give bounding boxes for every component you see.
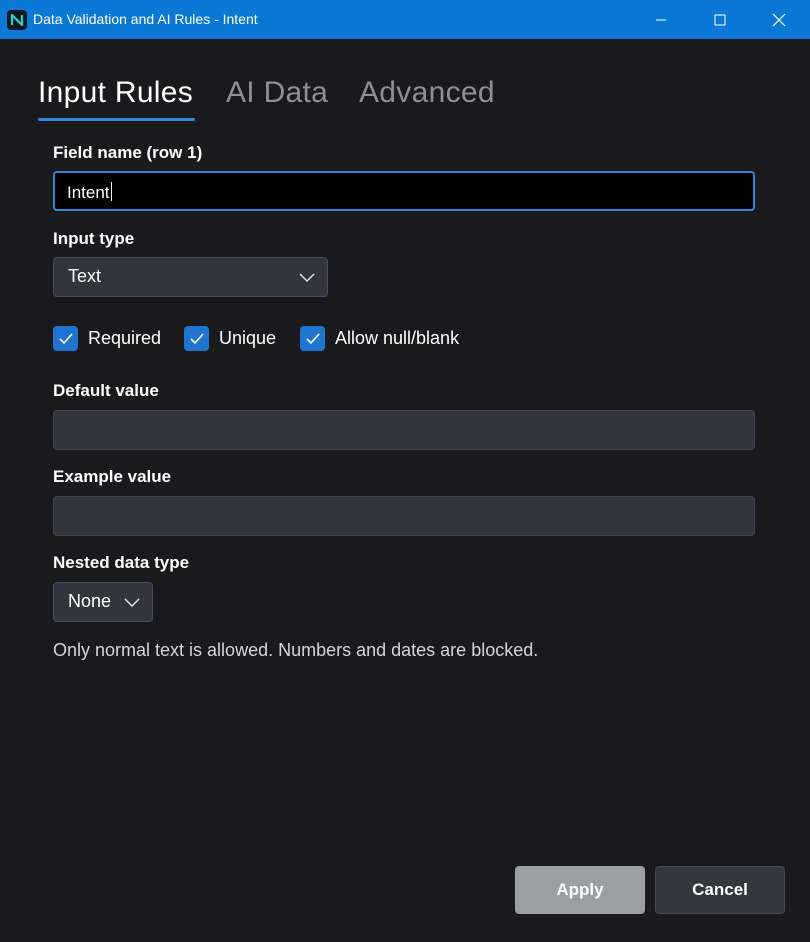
title-bar: Data Validation and AI Rules - Intent (0, 0, 810, 39)
default-value-input[interactable] (53, 410, 755, 450)
nested-type-select[interactable]: None (53, 582, 153, 622)
field-name-input[interactable]: Intent (53, 171, 755, 211)
minimize-icon (656, 19, 666, 20)
field-name-label: Field name (row 1) (53, 143, 203, 162)
app-logo-icon (7, 10, 27, 30)
tab-input-rules[interactable]: Input Rules (38, 76, 193, 110)
unique-label[interactable]: Unique (219, 328, 276, 349)
unique-checkbox[interactable] (184, 326, 209, 351)
options-row: Required Unique Allow null/blank (0, 326, 810, 352)
checkmark-icon (189, 333, 204, 345)
validation-hint: Only normal text is allowed. Numbers and… (53, 640, 539, 660)
checkmark-icon (305, 333, 320, 345)
chevron-down-icon (124, 598, 140, 607)
active-tab-indicator (38, 118, 195, 121)
input-type-value: Text (68, 266, 102, 286)
minimize-button[interactable] (638, 0, 684, 39)
allow-null-checkbox[interactable] (300, 326, 325, 351)
close-button[interactable] (756, 0, 802, 39)
required-label[interactable]: Required (88, 328, 161, 349)
maximize-icon (714, 14, 726, 25)
field-name-value: Intent (67, 183, 110, 202)
allow-null-label[interactable]: Allow null/blank (335, 328, 459, 349)
example-value-input[interactable] (53, 496, 755, 536)
maximize-button[interactable] (697, 0, 743, 39)
tab-advanced[interactable]: Advanced (359, 76, 495, 110)
nested-type-label: Nested data type (53, 553, 190, 572)
example-value-label: Example value (53, 467, 172, 486)
chevron-down-icon (299, 273, 315, 282)
checkmark-icon (58, 333, 73, 345)
input-type-label: Input type (53, 229, 135, 248)
cancel-button[interactable]: Cancel (655, 866, 785, 914)
apply-button[interactable]: Apply (515, 866, 645, 914)
text-caret (110, 182, 112, 201)
close-icon (772, 13, 786, 26)
nested-type-value: None (68, 591, 112, 611)
tab-ai-data[interactable]: AI Data (226, 76, 328, 110)
window-title: Data Validation and AI Rules - Intent (33, 11, 258, 27)
default-value-label: Default value (53, 381, 159, 400)
input-type-select[interactable]: Text (53, 257, 328, 297)
required-checkbox[interactable] (53, 326, 78, 351)
